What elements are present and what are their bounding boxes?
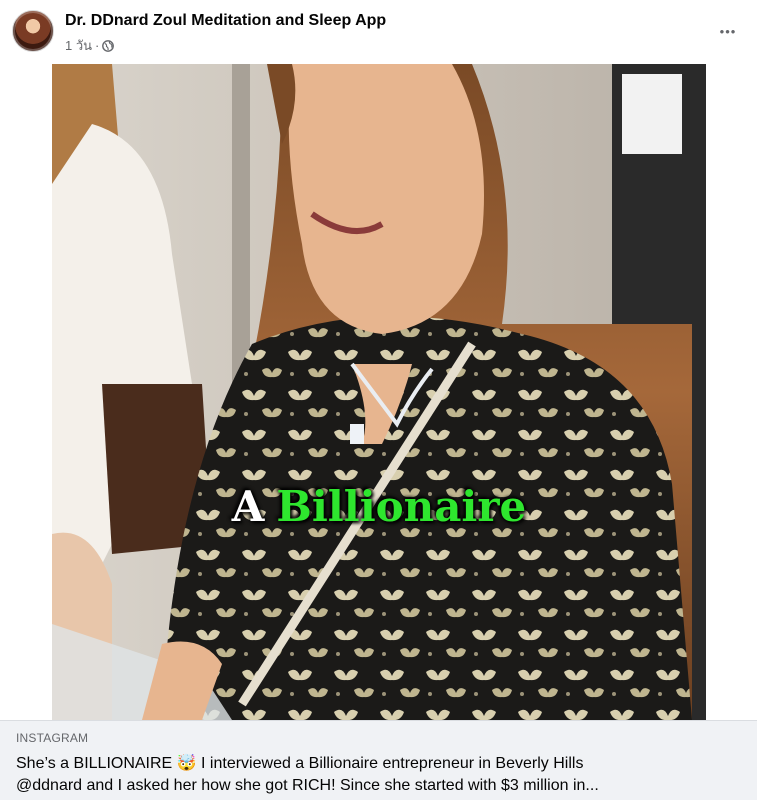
caption-word-a: A — [231, 482, 265, 531]
link-description-line-2: @ddnard and I asked her how she got RICH… — [16, 777, 599, 794]
page-name-link[interactable]: Dr. DDnard Zoul Meditation and Sleep App — [65, 12, 386, 30]
link-preview-card[interactable]: INSTAGRAM She’s a BILLIONAIRE 🤯 I interv… — [0, 720, 757, 800]
more-options-button[interactable]: ••• — [713, 16, 743, 46]
link-source-domain: INSTAGRAM — [16, 731, 89, 745]
page-avatar[interactable] — [12, 10, 54, 52]
facebook-post: Dr. DDnard Zoul Meditation and Sleep App… — [0, 0, 757, 800]
video-player[interactable]: A Billionaire — [52, 64, 706, 720]
meta-separator: · — [95, 38, 100, 53]
post-media[interactable]: A Billionaire — [0, 64, 757, 720]
link-description-line-1: She’s a BILLIONAIRE 🤯 I interviewed a Bi… — [16, 755, 584, 772]
video-caption-overlay: A Billionaire — [52, 482, 706, 531]
caption-word-billionaire: Billionaire — [276, 482, 527, 531]
globe-icon[interactable] — [102, 39, 115, 52]
video-frame-illustration — [52, 64, 706, 720]
post-timestamp[interactable]: 1 วัน — [65, 35, 92, 56]
post-meta: 1 วัน · — [65, 35, 115, 56]
more-horizontal-icon: ••• — [719, 23, 737, 39]
post-header: Dr. DDnard Zoul Meditation and Sleep App… — [0, 0, 757, 64]
